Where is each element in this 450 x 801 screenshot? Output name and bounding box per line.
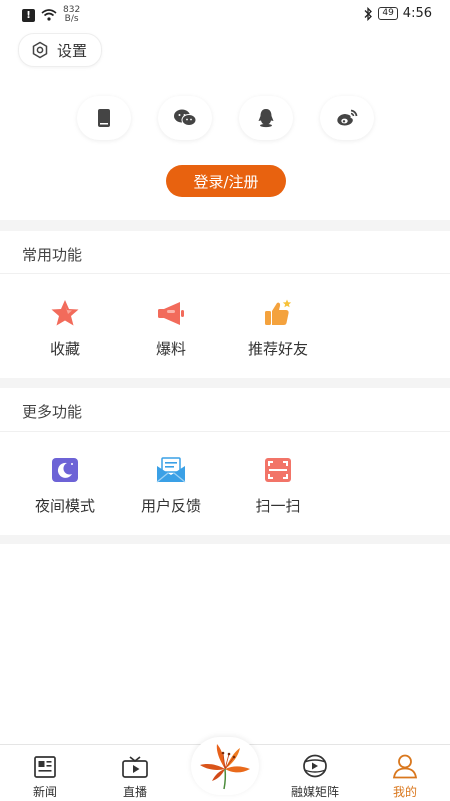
favorites-button[interactable]: 收藏	[25, 298, 105, 359]
bluetooth-icon	[364, 6, 373, 21]
qq-login-button[interactable]	[239, 96, 293, 140]
scan-label: 扫一扫	[255, 497, 301, 515]
battery-level: 49	[378, 7, 398, 20]
settings-label: 设置	[57, 41, 88, 60]
section-gap	[0, 220, 450, 231]
divider	[0, 431, 450, 432]
tv-icon	[100, 751, 170, 779]
net-speed-unit: B/s	[64, 14, 79, 24]
moon-icon	[50, 455, 80, 485]
login-register-button[interactable]: 登录/注册	[166, 165, 286, 197]
recommend-friends-label: 推荐好友	[247, 340, 308, 358]
gear-icon	[32, 41, 48, 59]
tip-off-label: 爆料	[155, 340, 186, 358]
tab-mine-label: 我的	[392, 785, 417, 799]
wechat-login-button[interactable]	[158, 96, 212, 140]
section-gap	[0, 535, 450, 544]
thumbs-up-icon	[263, 298, 293, 328]
megaphone-icon	[156, 298, 186, 328]
scan-button[interactable]: 扫一扫	[238, 455, 318, 516]
weibo-login-button[interactable]	[320, 96, 374, 140]
feedback-button[interactable]: 用户反馈	[131, 455, 211, 516]
tab-media-matrix[interactable]: 融媒矩阵	[280, 751, 350, 800]
wifi-icon	[41, 9, 57, 21]
star-icon	[50, 298, 80, 328]
status-bar: ! 832 B/s 49 4:56	[0, 0, 450, 28]
person-icon	[370, 751, 440, 779]
section-gap	[0, 378, 450, 388]
clock: 4:56	[402, 6, 432, 21]
phone-login-button[interactable]	[77, 96, 131, 140]
status-right: 49 4:56	[363, 6, 432, 21]
scan-icon	[263, 455, 293, 485]
matrix-icon	[280, 751, 350, 779]
tab-news-label: 新闻	[32, 785, 57, 799]
tip-off-button[interactable]: 爆料	[131, 298, 211, 359]
lily-flower-icon	[200, 744, 250, 790]
status-left: ! 832 B/s	[22, 6, 80, 24]
favorites-label: 收藏	[49, 340, 80, 358]
qq-icon	[258, 109, 274, 128]
wechat-icon	[174, 109, 197, 126]
night-mode-label: 夜间模式	[34, 497, 95, 515]
tab-news[interactable]: 新闻	[10, 751, 80, 800]
login-methods	[0, 96, 450, 142]
recommend-friends-button[interactable]: 推荐好友	[238, 298, 318, 359]
center-logo-button[interactable]	[191, 737, 259, 795]
more-functions-title: 更多功能	[22, 403, 83, 421]
tab-mine[interactable]: 我的	[370, 751, 440, 800]
feedback-label: 用户反馈	[140, 497, 201, 515]
tab-live[interactable]: 直播	[100, 751, 170, 800]
common-functions-title: 常用功能	[22, 246, 83, 264]
night-mode-button[interactable]: 夜间模式	[25, 455, 105, 516]
settings-button[interactable]: 设置	[18, 33, 103, 67]
net-speed: 832 B/s	[63, 6, 80, 24]
phone-icon	[98, 109, 110, 127]
weibo-icon	[337, 109, 358, 126]
newspaper-icon	[10, 751, 80, 779]
divider	[0, 273, 450, 274]
mail-icon	[156, 455, 186, 485]
tab-live-label: 直播	[122, 785, 147, 799]
tab-media-matrix-label: 融媒矩阵	[290, 785, 339, 799]
notification-icon: !	[22, 8, 35, 22]
